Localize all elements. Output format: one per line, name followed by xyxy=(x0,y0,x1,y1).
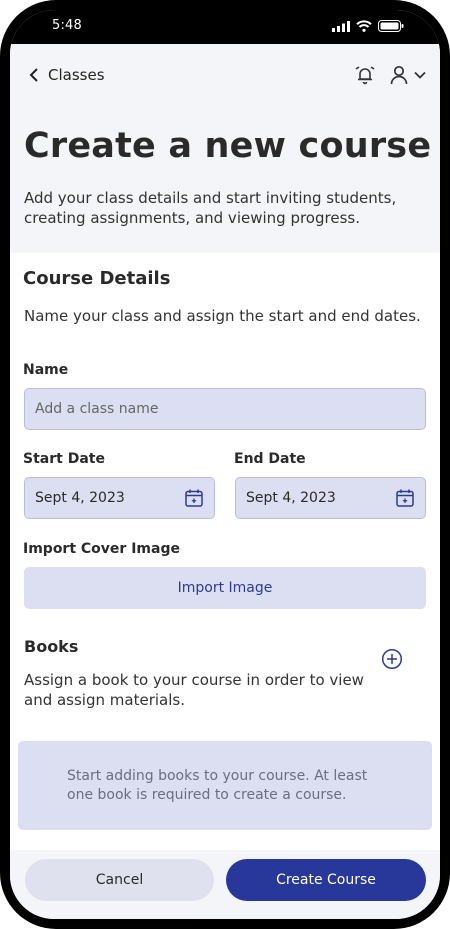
alarm-bell-icon[interactable] xyxy=(354,64,376,86)
start-date-value: Sept 4, 2023 xyxy=(35,490,125,506)
chevron-left-icon xyxy=(29,68,38,82)
add-circle-icon[interactable] xyxy=(381,648,403,670)
course-details-description: Name your class and assign the start and… xyxy=(24,307,421,325)
status-icons xyxy=(332,20,404,32)
end-date-value: Sept 4, 2023 xyxy=(246,490,336,506)
end-date-input[interactable]: Sept 4, 2023 xyxy=(235,477,426,519)
back-label: Classes xyxy=(48,66,105,84)
battery-icon xyxy=(378,20,404,32)
books-empty-state: Start adding books to your course. At le… xyxy=(18,741,432,830)
signal-icon xyxy=(332,20,350,32)
books-empty-message: Start adding books to your course. At le… xyxy=(67,768,368,803)
status-bar: 5:48 xyxy=(10,10,440,44)
class-name-input[interactable]: Add a class name xyxy=(24,388,426,430)
calendar-icon[interactable] xyxy=(395,488,415,508)
page-header: Classes Create a new course Add your cla… xyxy=(10,44,440,253)
cover-image-label: Import Cover Image xyxy=(23,541,180,557)
cancel-button[interactable]: Cancel xyxy=(25,859,214,901)
books-description: Assign a book to your course in order to… xyxy=(24,671,364,709)
back-button[interactable]: Classes xyxy=(28,66,105,84)
page-title: Create a new course xyxy=(24,126,432,166)
name-label: Name xyxy=(23,362,69,378)
app-screen: 5:48 Classes Create a new course Add you… xyxy=(10,10,440,919)
import-image-button[interactable]: Import Image xyxy=(24,567,426,609)
user-icon xyxy=(390,65,408,85)
books-title: Books xyxy=(24,637,79,656)
profile-menu[interactable] xyxy=(390,65,426,85)
chevron-down-icon xyxy=(414,71,426,79)
course-details-title: Course Details xyxy=(23,268,171,289)
create-course-button[interactable]: Create Course xyxy=(226,859,426,901)
end-date-label: End Date xyxy=(234,451,306,467)
phone-frame: 5:48 Classes Create a new course Add you… xyxy=(0,0,450,929)
page-subtitle: Add your class details and start invitin… xyxy=(24,189,397,227)
class-name-placeholder: Add a class name xyxy=(35,401,159,417)
header-actions xyxy=(354,64,426,86)
start-date-input[interactable]: Sept 4, 2023 xyxy=(24,477,215,519)
calendar-icon[interactable] xyxy=(184,488,204,508)
wifi-icon xyxy=(356,20,372,32)
start-date-label: Start Date xyxy=(23,451,105,467)
footer-actions: Cancel Create Course xyxy=(10,850,440,919)
status-time: 5:48 xyxy=(52,18,82,33)
